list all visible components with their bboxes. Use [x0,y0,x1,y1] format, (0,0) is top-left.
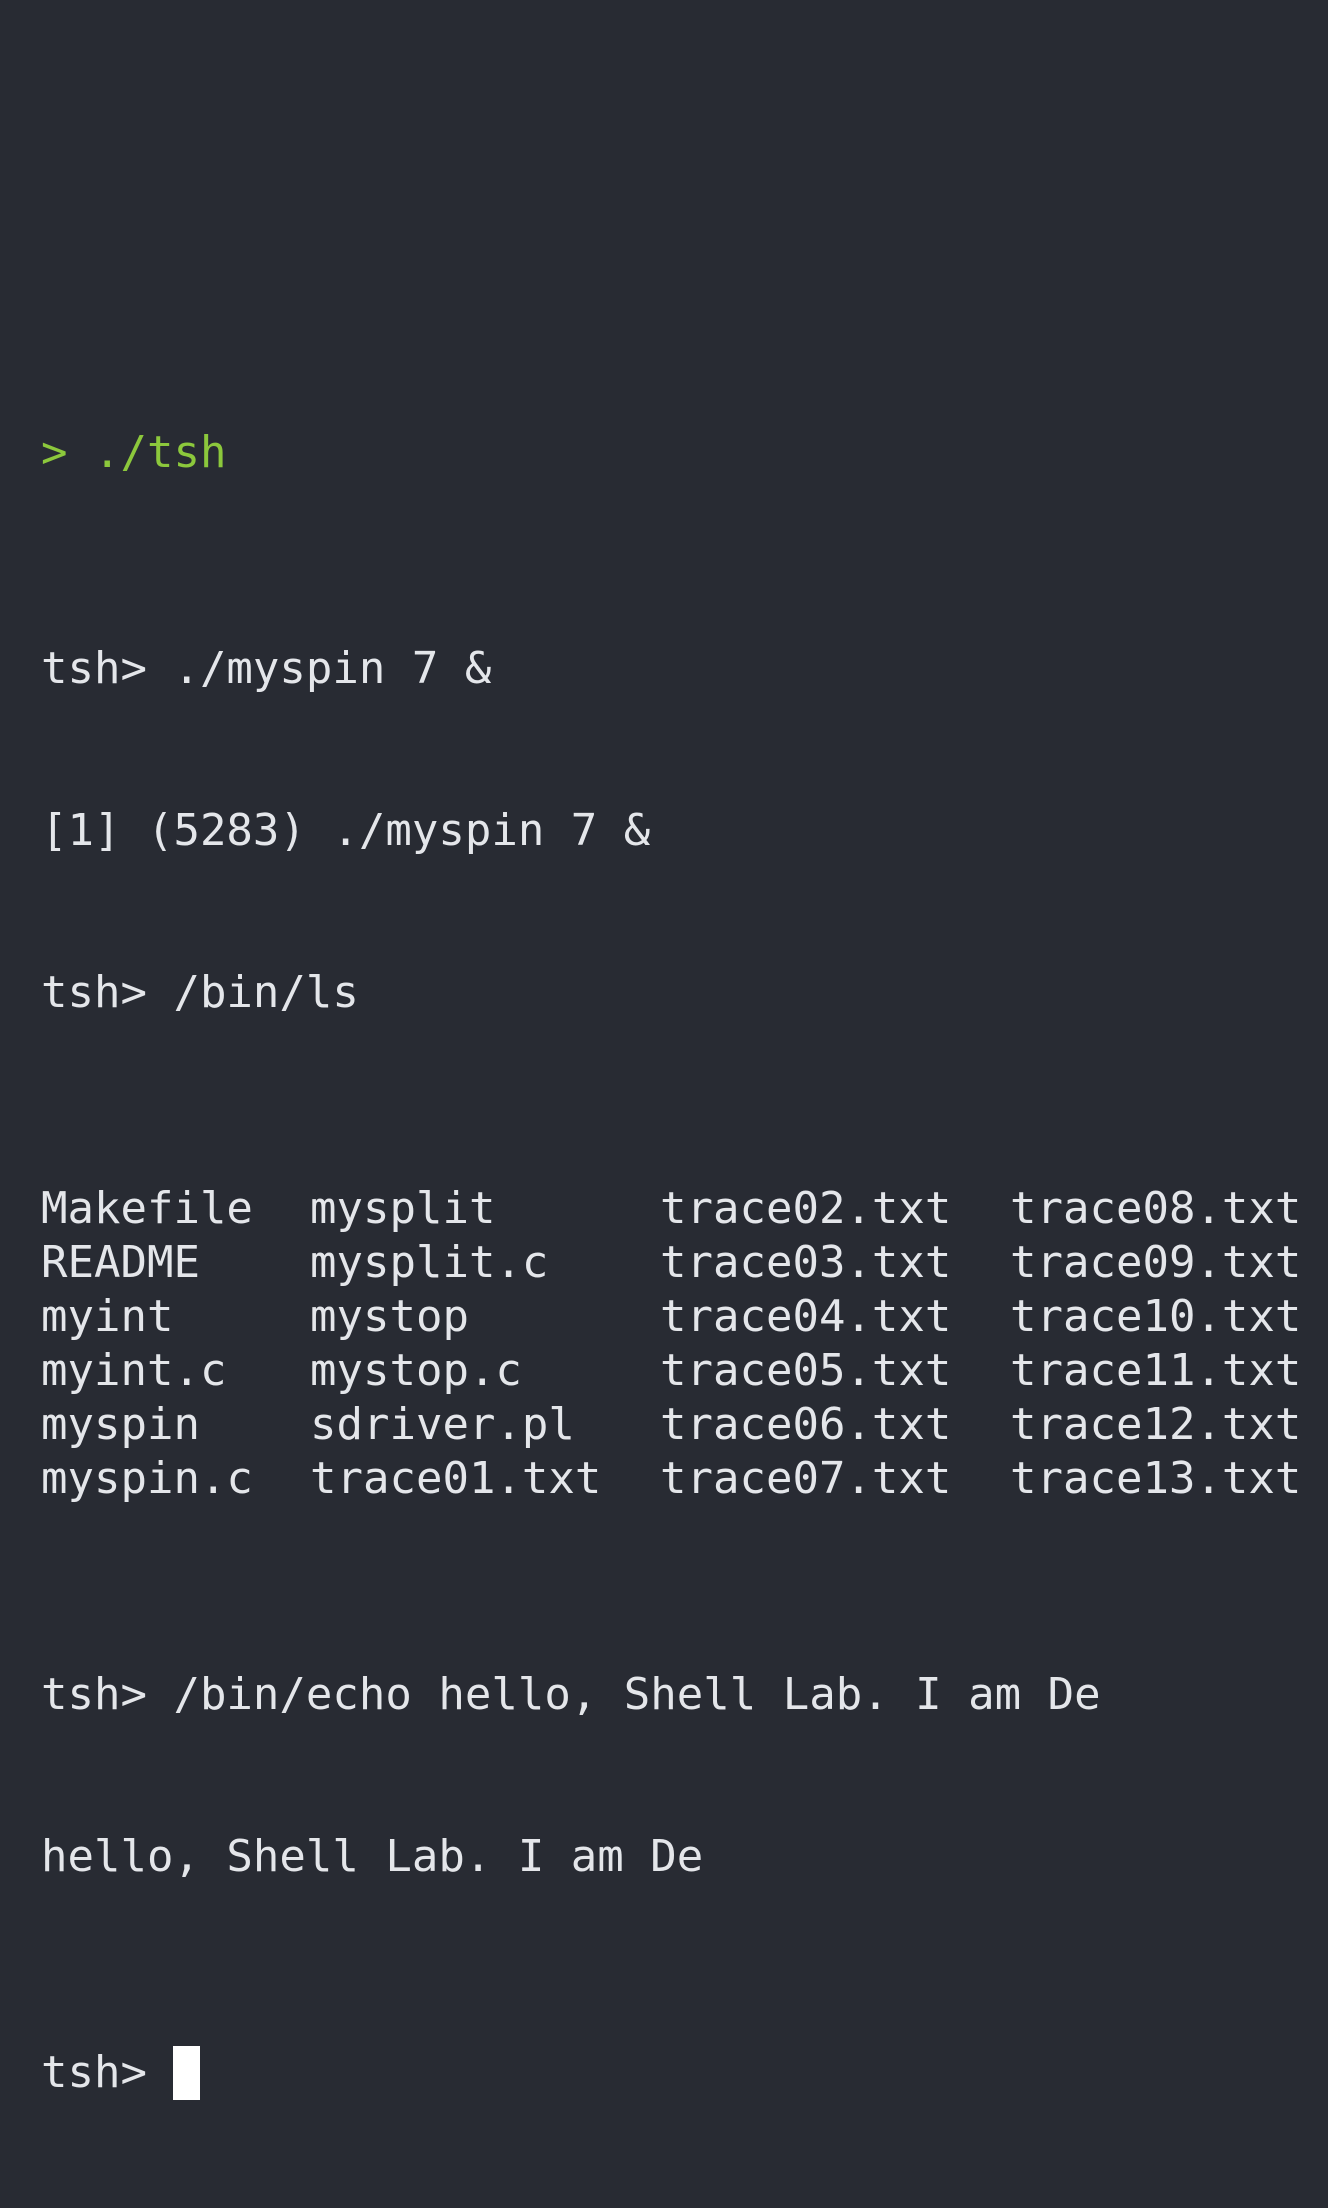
ls-entry: trace10.txt [1010,1291,1302,1342]
ls-entry: trace13.txt [1010,1453,1302,1504]
ls-entry: trace06.txt [660,1399,952,1450]
ls-entry: mysplit.c [310,1237,549,1288]
ls-entry: trace05.txt [660,1345,952,1396]
prompt-text: tsh> [41,2047,174,2098]
ls-entry: trace11.txt [1010,1345,1302,1396]
terminal-line: tsh> /bin/ls [41,967,359,1018]
ls-entry: trace08.txt [1010,1183,1302,1234]
ls-entry: README [41,1237,200,1288]
terminal-output: > ./tsh tsh> ./myspin 7 & [1] (5283) ./m… [41,318,1302,2208]
ls-entry: trace02.txt [660,1183,952,1234]
ls-entry: myint.c [41,1345,227,1396]
terminal-line: tsh> ./myspin 7 & [41,643,492,694]
ls-entry: Makefile [41,1183,253,1234]
shell-command-line: > ./tsh [41,427,227,478]
text-cursor[interactable] [173,2046,201,2100]
ls-entry: trace04.txt [660,1291,952,1342]
current-prompt-line[interactable]: tsh> [41,2046,1300,2100]
terminal-window[interactable]: > ./tsh tsh> ./myspin 7 & [1] (5283) ./m… [0,0,1328,2100]
ls-entry: myspin [41,1399,200,1450]
terminal-line: hello, Shell Lab. I am De [41,1831,704,1882]
ls-entry: trace07.txt [660,1453,952,1504]
terminal-line: tsh> /bin/echo hello, Shell Lab. I am De [41,1669,1101,1720]
ls-entry: mystop [310,1291,469,1342]
ls-entry: trace01.txt [310,1453,602,1504]
ls-entry: myspin.c [41,1453,253,1504]
ls-entry: trace03.txt [660,1237,952,1288]
ls-entry: sdriver.pl [310,1399,575,1450]
ls-entry: myint [41,1291,174,1342]
ls-entry: mysplit [310,1183,496,1234]
ls-output: Makefile mysplit trace02.txt trace08.txt… [41,1182,1302,1506]
ls-entry: trace12.txt [1010,1399,1302,1450]
terminal-line: [1] (5283) ./myspin 7 & [41,805,651,856]
ls-entry: mystop.c [310,1345,522,1396]
ls-entry: trace09.txt [1010,1237,1302,1288]
